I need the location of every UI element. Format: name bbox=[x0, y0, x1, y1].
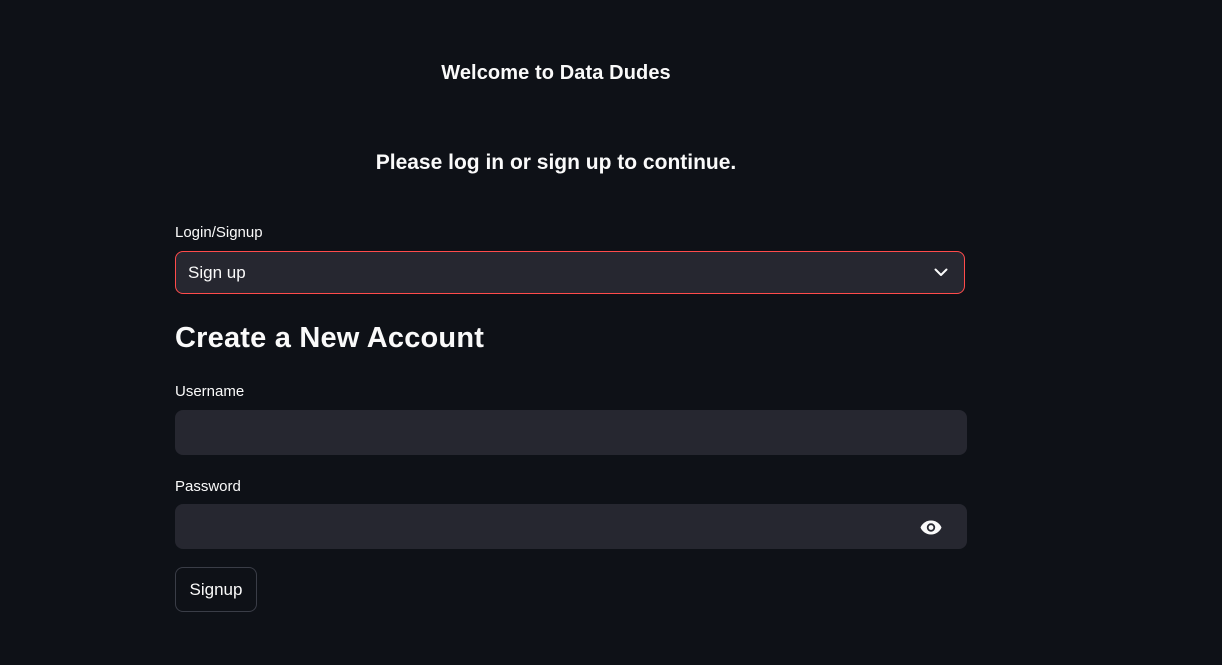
login-signup-label: Login/Signup bbox=[175, 224, 263, 241]
login-signup-select[interactable]: Sign up bbox=[175, 251, 965, 294]
login-prompt: Please log in or sign up to continue. bbox=[375, 151, 737, 174]
eye-icon[interactable] bbox=[919, 516, 943, 538]
password-label: Password bbox=[175, 478, 241, 495]
password-input[interactable] bbox=[175, 504, 915, 549]
create-account-heading: Create a New Account bbox=[175, 322, 485, 354]
username-label: Username bbox=[175, 383, 245, 400]
password-field bbox=[175, 504, 967, 549]
signup-button[interactable]: Signup bbox=[175, 567, 257, 612]
chevron-down-icon[interactable] bbox=[930, 262, 952, 284]
app-container: Welcome to Data Dudes Please log in or s… bbox=[0, 0, 1222, 665]
login-signup-selected-value: Sign up bbox=[188, 262, 246, 282]
username-input[interactable] bbox=[175, 410, 967, 455]
welcome-heading: Welcome to Data Dudes bbox=[441, 62, 671, 84]
